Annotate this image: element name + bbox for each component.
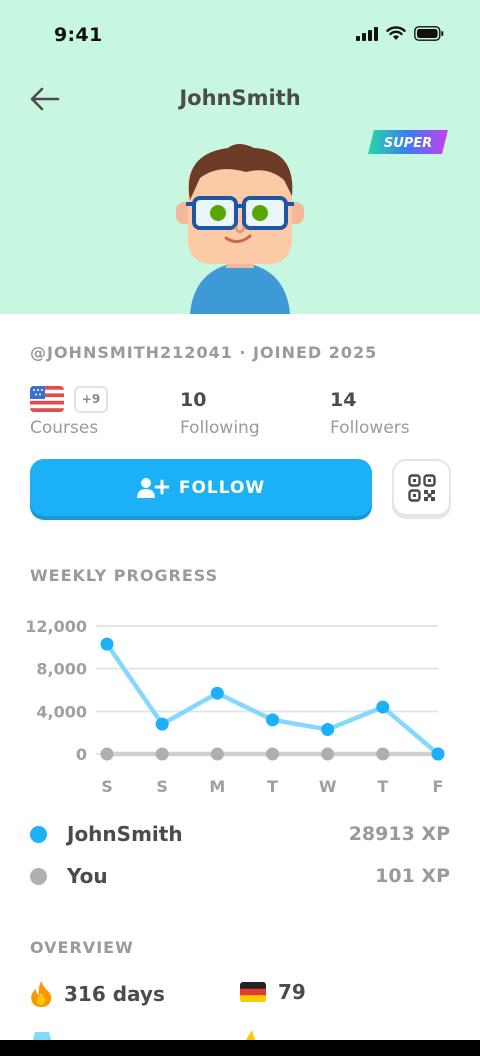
data-point-johnsmith: [321, 722, 335, 736]
avatar: [176, 144, 304, 314]
add-user-icon: [136, 477, 169, 498]
y-tick-label: 4,000: [36, 702, 87, 721]
y-tick-label: 8,000: [36, 660, 87, 679]
courses-stat[interactable]: Courses: [30, 386, 98, 438]
league-icon: [33, 1032, 51, 1040]
german-course-stat: 79: [240, 980, 306, 1004]
streak-value: 316 days: [64, 982, 165, 1006]
courses-label: Courses: [30, 418, 99, 438]
xp-bolt-icon: [246, 1030, 255, 1040]
status-time: 9:41: [54, 24, 103, 46]
super-badge-label: SUPER: [384, 136, 432, 151]
profile-handle-joined: @JOHNSMITH212041 · JOINED 2025: [30, 343, 378, 362]
data-point-johnsmith: [100, 637, 114, 651]
legend-dot-you: [30, 867, 47, 885]
followers-label: Followers: [330, 418, 410, 438]
y-tick-label: 0: [76, 745, 87, 764]
followers-stat[interactable]: 14 Followers: [330, 386, 410, 438]
follow-button[interactable]: FOLLOW: [30, 459, 372, 516]
profile-username-title: JohnSmith: [179, 86, 301, 110]
battery-icon: [414, 26, 444, 41]
follow-button-label: FOLLOW: [178, 477, 266, 498]
fire-icon: [31, 981, 52, 1007]
data-point-johnsmith: [431, 747, 445, 761]
data-point-johnsmith: [376, 700, 390, 714]
qr-code-button[interactable]: [392, 459, 451, 516]
data-point-you: [155, 747, 169, 761]
data-point-johnsmith: [210, 686, 224, 700]
status-icons: [356, 26, 444, 41]
y-tick-label: 12,000: [25, 617, 87, 636]
legend-name-you: You: [67, 864, 108, 888]
data-point-you: [376, 747, 390, 761]
weekly-progress-title: WEEKLY PROGRESS: [30, 566, 219, 585]
x-tick-label: S: [156, 777, 168, 796]
data-point-you: [210, 747, 224, 761]
data-point-johnsmith: [266, 713, 279, 727]
following-label: Following: [180, 418, 260, 438]
data-point-johnsmith: [155, 717, 169, 731]
data-point-you: [321, 747, 335, 761]
overview-title: OVERVIEW: [30, 938, 134, 957]
following-stat[interactable]: 10 Following: [180, 386, 260, 438]
legend-name-johnsmith: JohnSmith: [67, 822, 183, 846]
x-tick-label: T: [267, 777, 278, 796]
x-tick-label: S: [101, 777, 113, 796]
x-tick-label: W: [319, 777, 337, 796]
x-tick-label: T: [377, 777, 388, 796]
german-flag-icon: [240, 982, 266, 1002]
qr-code-icon: [407, 473, 436, 502]
following-count: 10: [180, 389, 207, 411]
weekly-progress-chart: 12,0008,0004,0000S S M T W T F: [25, 617, 445, 796]
german-course-value: 79: [278, 980, 306, 1004]
legend-xp-johnsmith: 28913 XP: [348, 823, 450, 845]
profile-header: 9:41 JohnSmith SUPER: [0, 0, 480, 314]
x-tick-label: F: [433, 777, 444, 796]
legend-dot-johnsmith: [30, 825, 47, 843]
signal-icon: [356, 26, 378, 41]
legend-xp-you: 101 XP: [375, 865, 450, 887]
bottom-bar: [0, 1040, 480, 1056]
data-point-you: [266, 747, 279, 761]
super-badge: SUPER: [368, 130, 448, 154]
data-point-you: [100, 747, 114, 761]
series-line-johnsmith: [104, 641, 441, 757]
streak-stat: 316 days: [30, 980, 165, 1008]
followers-count: 14: [330, 389, 357, 411]
legend-row-you: You 101 XP: [30, 861, 450, 891]
x-tick-label: M: [209, 777, 225, 796]
legend-row-johnsmith: JohnSmith 28913 XP: [30, 819, 450, 849]
wifi-icon: [386, 26, 406, 40]
